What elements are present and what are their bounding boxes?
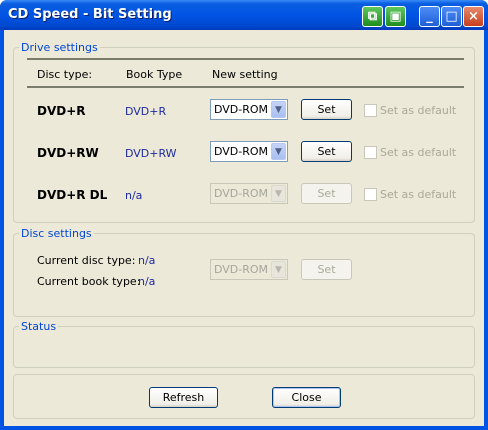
select-value: DVD-ROM — [214, 263, 269, 276]
select-value: DVD-ROM — [214, 145, 269, 158]
set-as-default-checkbox-dvd-plus-rw[interactable] — [364, 146, 377, 159]
current-book-type-value: n/a — [138, 275, 156, 288]
current-book-type-label: Current book type: — [37, 275, 141, 288]
copy-icon-button[interactable]: ⧉ — [362, 6, 383, 27]
window-frame-bottom — [0, 426, 488, 430]
set-button-dvd-plus-rw[interactable]: Set — [301, 141, 352, 162]
disc-settings-legend: Disc settings — [19, 227, 94, 240]
window-title: CD Speed - Bit Setting — [8, 7, 172, 22]
drive-settings-legend: Drive settings — [19, 41, 100, 54]
set-as-default-label-dvd-plus-rw: Set as default — [380, 146, 457, 159]
header-new-setting: New setting — [212, 68, 278, 81]
save-icon: ▣ — [389, 9, 402, 24]
status-group: Status — [13, 320, 475, 368]
book-type-dvd-plus-r: DVD+R — [125, 105, 167, 118]
chevron-down-icon[interactable]: ▼ — [271, 101, 286, 118]
header-top-divider — [27, 58, 464, 60]
current-disc-type-label: Current disc type: — [37, 254, 136, 267]
set-button-dvd-plus-r-dl: Set — [301, 183, 352, 204]
set-as-default-label-dvd-plus-r-dl: Set as default — [380, 188, 457, 201]
disc-type-dvd-plus-r-dl: DVD+R DL — [37, 188, 108, 202]
current-disc-type-value: n/a — [138, 254, 156, 267]
select-value: DVD-ROM — [214, 187, 269, 200]
maximize-button[interactable]: □ — [441, 6, 462, 27]
book-type-dvd-plus-r-dl: n/a — [125, 189, 143, 202]
close-button[interactable]: Close — [272, 387, 341, 408]
refresh-button[interactable]: Refresh — [149, 387, 218, 408]
title-bar[interactable]: CD Speed - Bit Setting ⧉ ▣ _ □ × — [0, 0, 488, 30]
set-button-dvd-plus-r[interactable]: Set — [301, 99, 352, 120]
dialog-client-area: Drive settings Disc type: Book Type New … — [4, 30, 484, 426]
disc-type-dvd-plus-r: DVD+R — [37, 104, 86, 118]
chevron-down-icon: ▼ — [271, 261, 286, 278]
disc-settings-group: Disc settings Current disc type: n/a Cur… — [13, 227, 475, 317]
minimize-icon: _ — [426, 9, 433, 24]
close-window-button[interactable]: × — [463, 6, 484, 27]
status-legend: Status — [19, 320, 59, 333]
disc-type-dvd-plus-rw: DVD+RW — [37, 146, 99, 160]
maximize-icon: □ — [445, 9, 458, 24]
new-setting-select-dvd-plus-r[interactable]: DVD-ROM ▼ — [210, 99, 288, 120]
header-book-type: Book Type — [126, 68, 183, 81]
copy-icon: ⧉ — [367, 9, 378, 24]
new-setting-select-dvd-plus-rw[interactable]: DVD-ROM ▼ — [210, 141, 288, 162]
disc-set-button: Set — [301, 259, 352, 280]
new-setting-select-dvd-plus-r-dl: DVD-ROM ▼ — [210, 183, 288, 204]
dialog-window: CD Speed - Bit Setting ⧉ ▣ _ □ × Drive s… — [0, 0, 488, 430]
header-disc-type: Disc type: — [37, 68, 93, 81]
disc-book-type-select: DVD-ROM ▼ — [210, 259, 288, 280]
save-icon-button[interactable]: ▣ — [385, 6, 406, 27]
window-frame-right — [484, 30, 488, 430]
chevron-down-icon: ▼ — [271, 185, 286, 202]
drive-settings-group: Drive settings Disc type: Book Type New … — [13, 41, 475, 223]
chevron-down-icon[interactable]: ▼ — [271, 143, 286, 160]
select-value: DVD-ROM — [214, 103, 269, 116]
header-bottom-divider — [27, 86, 464, 88]
set-as-default-checkbox-dvd-plus-r-dl[interactable] — [364, 188, 377, 201]
close-icon: × — [468, 9, 479, 24]
minimize-button[interactable]: _ — [419, 6, 440, 27]
set-as-default-checkbox-dvd-plus-r[interactable] — [364, 104, 377, 117]
book-type-dvd-plus-rw: DVD+RW — [125, 147, 177, 160]
bottom-button-bar: Refresh Close — [13, 374, 475, 419]
set-as-default-label-dvd-plus-r: Set as default — [380, 104, 457, 117]
